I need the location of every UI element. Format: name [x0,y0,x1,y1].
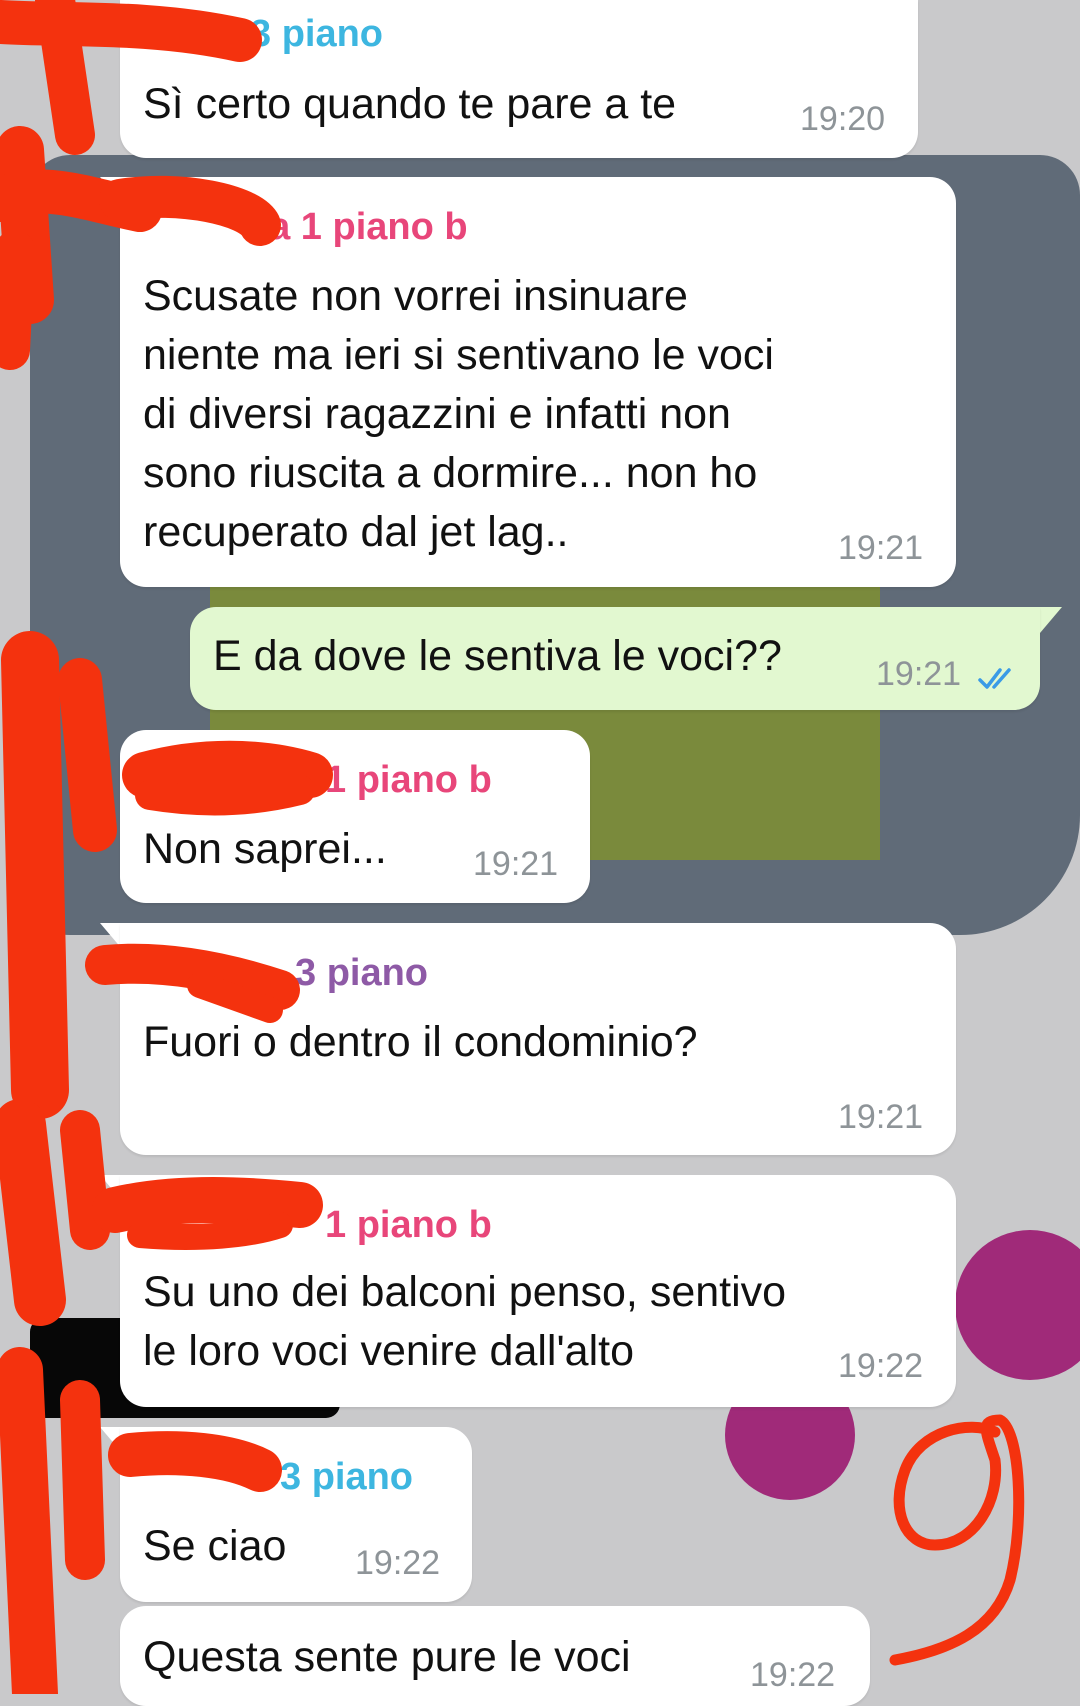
message-bubble-incoming[interactable]: 3 piano Sì certo quando te pare a te 19:… [120,0,918,158]
sender-name[interactable]: 3 piano [295,953,428,993]
message-bubble-incoming[interactable]: Questa sente pure le voci 19:22 [120,1606,870,1706]
bubble-tail [100,1427,122,1453]
message-text: Fuori o dentro il condominio? [143,1018,698,1066]
message-time: 19:22 [750,1656,836,1694]
message-text: Scusate non vorrei insinuare niente ma i… [143,272,774,556]
message-text: Non saprei... [143,825,387,873]
wallpaper-button-circle [955,1230,1080,1380]
message-text: Questa sente pure le voci [143,1633,631,1681]
message-bubble-incoming[interactable]: 1 piano b Non saprei... 19:21 [120,730,590,903]
bubble-tail [1040,607,1062,633]
sender-name[interactable]: lla 1 piano b [248,207,468,247]
message-time: 19:22 [838,1347,924,1385]
message-text: Su uno dei balconi penso, sentivo le lor… [143,1268,787,1375]
message-text: Se ciao [143,1522,287,1570]
sender-name[interactable]: 1 piano b [325,760,492,800]
message-time: 19:21 [473,845,559,883]
message-time: 19:22 [355,1544,441,1582]
message-bubble-incoming[interactable]: 1 piano b Su uno dei balconi penso, sent… [120,1175,956,1407]
message-bubble-incoming[interactable]: 3 piano Se ciao 19:22 [120,1427,472,1602]
message-bubble-incoming[interactable]: 3 piano Fuori o dentro il condominio? 19… [120,923,956,1155]
bubble-tail [100,1175,122,1201]
message-bubble-incoming[interactable]: lla 1 piano b Scusate non vorrei insinua… [120,177,956,587]
bubble-tail [100,923,122,949]
message-time: 19:21 [838,529,924,567]
message-text: Sì certo quando te pare a te [143,80,677,128]
message-text: E da dove le sentiva le voci?? [213,632,782,680]
message-time: 19:21 [876,655,962,693]
message-time: 19:20 [800,100,886,138]
bubble-tail [100,177,122,203]
sender-name[interactable]: 3 piano [280,1457,413,1497]
message-bubble-outgoing[interactable]: E da dove le sentiva le voci?? 19:21 [190,607,1040,710]
message-time: 19:21 [838,1098,924,1136]
sender-name[interactable]: 3 piano [250,14,383,54]
read-double-tick-icon [978,668,1011,689]
sender-name[interactable]: 1 piano b [325,1205,492,1245]
